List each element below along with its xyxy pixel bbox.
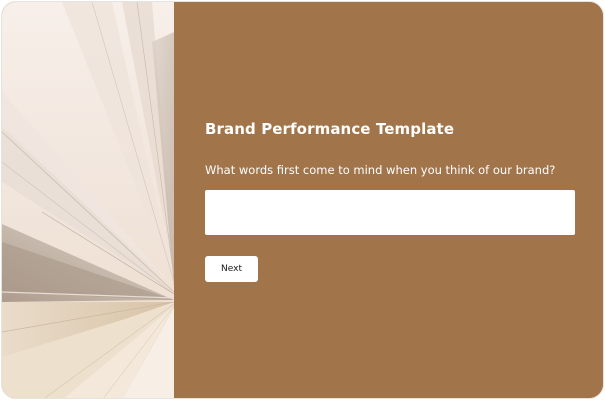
question-label: What words first come to mind when you t… (205, 163, 556, 177)
survey-title: Brand Performance Template (205, 120, 455, 138)
answer-input[interactable] (205, 190, 575, 235)
survey-card: Brand Performance Template What words fi… (1, 1, 604, 399)
survey-form-panel: Brand Performance Template What words fi… (174, 2, 603, 398)
open-book-pages-image (2, 2, 174, 398)
decorative-image-panel (2, 2, 174, 398)
next-button[interactable]: Next (205, 256, 258, 282)
